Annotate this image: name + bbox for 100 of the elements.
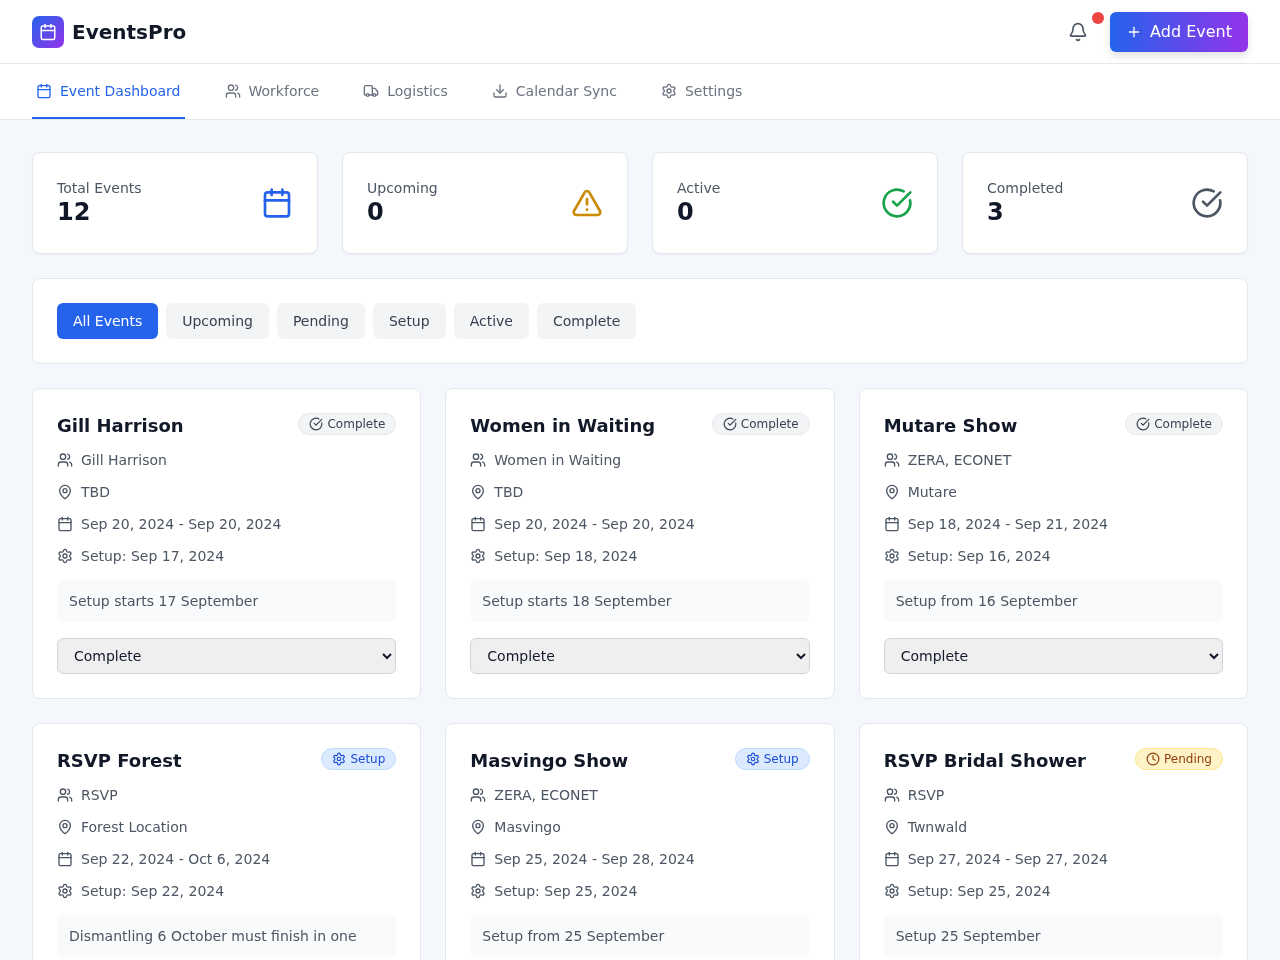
setup-date-text: Setup: Sep 18, 2024: [494, 548, 638, 564]
brand-name: EventsPro: [72, 19, 187, 44]
people-icon: [883, 452, 900, 468]
settings-icon: [745, 752, 760, 766]
event-note: Dismantling 6 October must finish in one: [57, 915, 397, 957]
status-select[interactable]: Complete: [57, 638, 397, 674]
filter-chip[interactable]: Complete: [536, 303, 637, 339]
stat-value: 0: [677, 198, 695, 226]
location-text: TBD: [81, 484, 110, 500]
clock-icon: [1146, 752, 1160, 766]
status-select[interactable]: Complete: [883, 638, 1223, 674]
location-pin-icon: [883, 484, 900, 500]
organizer-text: ZERA, ECONET: [494, 787, 598, 803]
people-icon: [57, 787, 73, 803]
status-badge: Setup: [321, 748, 397, 770]
calendar-icon: [57, 851, 73, 867]
filter-chip[interactable]: Active: [453, 303, 529, 339]
event-title: Women in Waiting: [470, 415, 656, 436]
nav-tab[interactable]: Workforce: [220, 64, 324, 119]
event-note: Setup 25 September: [883, 915, 1223, 957]
status-badge: Complete: [298, 413, 397, 435]
check-circle-icon: [881, 187, 913, 219]
location-pin-icon: [883, 819, 900, 835]
event-note: Setup from 16 September: [883, 580, 1223, 622]
event-note: Setup from 25 September: [470, 915, 810, 957]
filter-chip[interactable]: Upcoming: [166, 303, 269, 339]
calendar-icon: [36, 82, 52, 99]
people-icon: [57, 452, 73, 468]
event-title: RSVP Forest: [57, 750, 182, 771]
organizer-text: Women in Waiting: [494, 452, 622, 468]
add-event-button[interactable]: Add Event: [1110, 11, 1248, 52]
settings-icon: [57, 548, 73, 564]
location-text: Forest Location: [81, 819, 188, 835]
nav-tab[interactable]: Logistics: [359, 64, 452, 119]
calendar-icon: [39, 22, 57, 41]
stat-value: 3: [987, 198, 1005, 226]
warning-icon: [571, 187, 603, 219]
organizer-text: RSVP: [907, 787, 945, 803]
filter-chip[interactable]: Pending: [276, 303, 365, 339]
event-title: Masvingo Show: [470, 750, 629, 771]
location-pin-icon: [470, 484, 487, 500]
nav-tab[interactable]: Event Dashboard: [32, 64, 185, 119]
check-circle-icon: [1191, 187, 1223, 219]
location-text: Masvingo: [494, 819, 561, 835]
status-badge: Complete: [1125, 413, 1223, 435]
setup-date-text: Setup: Sep 17, 2024: [81, 548, 225, 564]
date-range-text: Sep 25, 2024 - Sep 28, 2024: [494, 851, 695, 867]
check-circle-icon: [1136, 417, 1151, 431]
location-pin-icon: [470, 819, 487, 835]
settings-icon: [660, 82, 677, 99]
settings-icon: [470, 548, 487, 564]
date-range-text: Sep 27, 2024 - Sep 27, 2024: [907, 851, 1108, 867]
calendar-icon: [57, 516, 73, 532]
settings-icon: [470, 883, 487, 899]
setup-date-text: Setup: Sep 16, 2024: [907, 548, 1051, 564]
download-icon: [491, 82, 508, 99]
nav-tab[interactable]: Settings: [656, 64, 747, 119]
check-circle-icon: [309, 417, 324, 431]
bell-icon: [1068, 21, 1089, 42]
status-badge: Setup: [734, 748, 810, 770]
status-select[interactable]: Complete: [470, 638, 810, 674]
calendar-icon: [470, 516, 487, 532]
event-note: Setup starts 18 September: [470, 580, 810, 622]
location-pin-icon: [57, 819, 73, 835]
stat-label: Completed: [987, 180, 1064, 196]
filter-chip[interactable]: All Events: [57, 303, 159, 339]
stat-label: Total Events: [57, 180, 142, 196]
calendar-icon: [261, 187, 293, 219]
status-badge: Complete: [711, 413, 810, 435]
filter-chip[interactable]: Setup: [372, 303, 446, 339]
settings-icon: [883, 548, 900, 564]
setup-date-text: Setup: Sep 22, 2024: [81, 883, 225, 899]
people-icon: [883, 787, 900, 803]
event-title: Mutare Show: [883, 415, 1018, 436]
event-note: Setup starts 17 September: [57, 580, 397, 622]
people-icon: [470, 787, 487, 803]
date-range-text: Sep 20, 2024 - Sep 20, 2024: [81, 516, 282, 532]
settings-icon: [883, 883, 900, 899]
status-badge: Pending: [1135, 748, 1223, 770]
people-icon: [224, 82, 241, 99]
settings-icon: [57, 883, 73, 899]
event-title: Gill Harrison: [57, 415, 184, 436]
check-circle-icon: [722, 417, 737, 431]
organizer-text: RSVP: [81, 787, 118, 803]
date-range-text: Sep 20, 2024 - Sep 20, 2024: [494, 516, 695, 532]
location-text: TBD: [494, 484, 524, 500]
setup-date-text: Setup: Sep 25, 2024: [494, 883, 638, 899]
settings-icon: [332, 752, 347, 766]
truck-icon: [363, 82, 380, 99]
stat-value: 0: [367, 198, 385, 226]
date-range-text: Sep 22, 2024 - Oct 6, 2024: [81, 851, 271, 867]
location-pin-icon: [57, 484, 73, 500]
date-range-text: Sep 18, 2024 - Sep 21, 2024: [907, 516, 1108, 532]
people-icon: [470, 452, 487, 468]
calendar-icon: [883, 516, 900, 532]
organizer-text: Gill Harrison: [81, 452, 167, 468]
location-text: Mutare: [907, 484, 957, 500]
event-title: RSVP Bridal Shower: [883, 750, 1086, 771]
nav-tab[interactable]: Calendar Sync: [487, 64, 621, 119]
stat-value: 12: [57, 198, 92, 226]
